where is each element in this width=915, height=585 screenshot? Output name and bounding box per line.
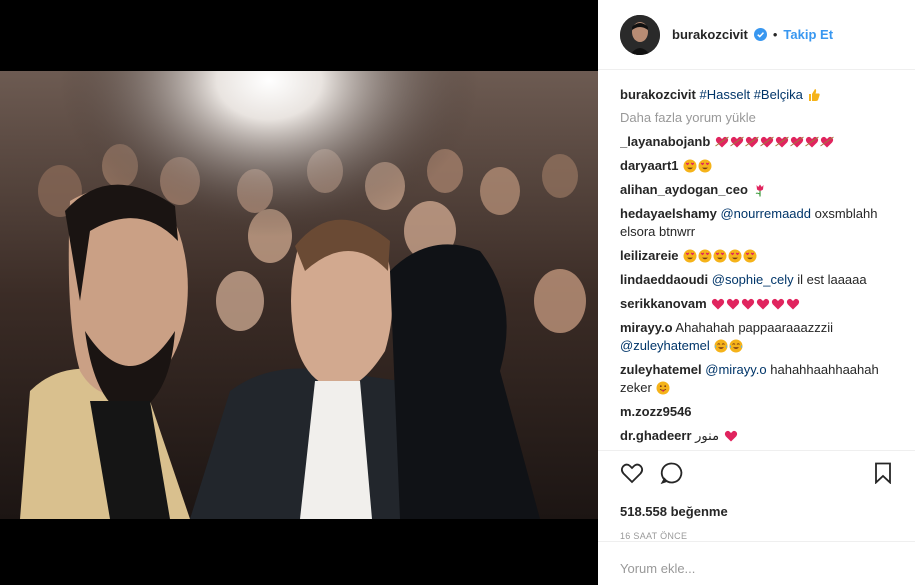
comment-username[interactable]: lindaeddaoudi: [620, 272, 708, 287]
heart-arrow-emoji-icon: [745, 135, 759, 149]
header-username[interactable]: burakozcivit: [672, 27, 748, 42]
tongue-emoji-icon: [656, 381, 670, 395]
likes-count[interactable]: 518.558 beğenme: [620, 504, 893, 519]
heart-arrow-emoji-icon: [730, 135, 744, 149]
heart-eyes-emoji-icon: [683, 159, 697, 173]
separator-dot: •: [772, 27, 778, 42]
hashtag-belcika[interactable]: #Belçika: [754, 87, 803, 102]
caption: burakozcivit #Hasselt #Belçika: [620, 86, 908, 104]
like-heart-icon[interactable]: [620, 461, 644, 488]
comment-username[interactable]: zuleyhatemel: [620, 362, 702, 377]
comment-row: mirayy.o Ahahahah pappaaraaazzzii @zuley…: [620, 319, 908, 355]
comment-row: hedayaelshamy @nourremaadd oxsmblahh els…: [620, 205, 908, 241]
avatar[interactable]: [620, 14, 660, 55]
tears-of-joy-emoji-icon: [714, 339, 728, 353]
heart-emoji-icon: [786, 297, 800, 311]
heart-emoji-icon: [726, 297, 740, 311]
heart-arrow-emoji-icon: [775, 135, 789, 149]
comment-username[interactable]: m.zozz9546: [620, 404, 692, 419]
heart-emoji-icon: [741, 297, 755, 311]
comment-input[interactable]: [620, 561, 893, 576]
comment-username[interactable]: alihan_aydogan_ceo: [620, 182, 748, 197]
comment-text: il est laaaaa: [797, 272, 867, 287]
comment-mention[interactable]: @sophie_cely: [712, 272, 794, 287]
heart-eyes-emoji-icon: [698, 249, 712, 263]
post-actions: 518.558 beğenme 16 SAAT ÖNCE: [598, 450, 915, 541]
comment-row: dr.ghadeerr منور: [620, 427, 908, 445]
comment-username[interactable]: dr.ghadeerr: [620, 428, 692, 443]
comment-text: Ahahahah pappaaraaazzzii: [675, 320, 833, 335]
heart-eyes-emoji-icon: [743, 249, 757, 263]
comment-row: m.zozz9546: [620, 403, 908, 421]
heart-emoji-icon: [756, 297, 770, 311]
comment-row: lindaeddaoudi @sophie_cely il est laaaaa: [620, 271, 908, 289]
heart-emoji-icon: [711, 297, 725, 311]
verified-badge-icon: [753, 28, 767, 41]
heart-arrow-emoji-icon: [805, 135, 819, 149]
comment-row: leilizareie: [620, 247, 908, 265]
load-more-comments[interactable]: Daha fazla yorum yükle: [620, 110, 908, 125]
comment-mention[interactable]: @mirayy.o: [705, 362, 766, 377]
hashtag-hasselt[interactable]: #Hasselt: [699, 87, 750, 102]
follow-button[interactable]: Takip Et: [783, 27, 833, 42]
comment-username[interactable]: leilizareie: [620, 248, 679, 263]
comment-text: منور: [695, 428, 720, 443]
comment-row: zuleyhatemel @mirayy.o hahahhaahhaahah z…: [620, 361, 908, 397]
comment-mention[interactable]: @nourremaadd: [720, 206, 811, 221]
heart-arrow-emoji-icon: [820, 135, 834, 149]
comments-list: burakozcivit #Hasselt #Belçika Daha fazl…: [620, 86, 908, 448]
comment-username[interactable]: _layanabojanb: [620, 134, 710, 149]
comment-mention[interactable]: @zuleyhatemel: [620, 338, 710, 353]
caption-username[interactable]: burakozcivit: [620, 87, 696, 102]
photo-illustration: [0, 71, 598, 519]
comment-username[interactable]: hedayaelshamy: [620, 206, 717, 221]
comment-row: daryaart1: [620, 157, 908, 175]
action-icons: [620, 461, 893, 487]
heart-eyes-emoji-icon: [713, 249, 727, 263]
comment-username[interactable]: serikkanovam: [620, 296, 707, 311]
photo-stage: [0, 0, 598, 585]
comment-username[interactable]: mirayy.o: [620, 320, 673, 335]
heart-eyes-emoji-icon: [728, 249, 742, 263]
heart-eyes-emoji-icon: [683, 249, 697, 263]
comment-username[interactable]: daryaart1: [620, 158, 679, 173]
heart-arrow-emoji-icon: [715, 135, 729, 149]
tears-of-joy-emoji-icon: [729, 339, 743, 353]
comment-bubble-icon[interactable]: [660, 461, 684, 488]
thumbs-up-icon: [807, 88, 821, 102]
heart-arrow-emoji-icon: [760, 135, 774, 149]
post-timestamp: 16 SAAT ÖNCE: [620, 531, 688, 541]
post-side-panel: burakozcivit • Takip Et burakozcivit #Ha…: [598, 0, 915, 585]
comment-box: [598, 541, 915, 585]
post-photo[interactable]: [0, 71, 598, 519]
tulip-emoji-icon: [753, 183, 767, 197]
comment-row: serikkanovam: [620, 295, 908, 313]
bookmark-icon[interactable]: [873, 462, 893, 487]
comment-row: alihan_aydogan_ceo: [620, 181, 908, 199]
heart-arrow-emoji-icon: [790, 135, 804, 149]
comment-row: _layanabojanb: [620, 133, 908, 151]
heart-emoji-icon: [771, 297, 785, 311]
heart-eyes-emoji-icon: [698, 159, 712, 173]
post-header: burakozcivit • Takip Et: [598, 0, 915, 70]
heart-emoji-icon: [724, 429, 738, 443]
